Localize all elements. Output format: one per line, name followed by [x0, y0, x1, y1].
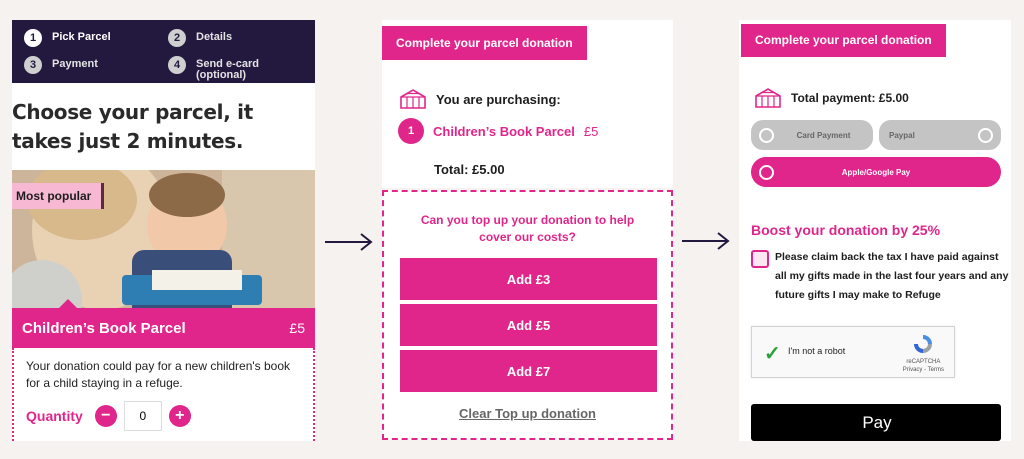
step-pick-parcel[interactable]: 1 Pick Parcel — [24, 29, 111, 47]
donation-summary-panel: Complete your parcel donation You are pu… — [382, 20, 673, 441]
panel-title: Complete your parcel donation — [382, 26, 587, 60]
option-label: Paypal — [889, 130, 915, 140]
radio-button[interactable] — [978, 127, 993, 143]
step-send-ecard[interactable]: 4 Send e-card (optional) — [168, 56, 259, 81]
paypal-option[interactable]: Paypal — [879, 120, 1001, 150]
line-number: 1 — [398, 118, 424, 144]
quantity-label: Quantity — [26, 408, 83, 424]
add-7-button[interactable]: Add £7 — [400, 350, 657, 392]
recaptcha-logo-icon — [914, 335, 933, 353]
step-number: 2 — [168, 29, 186, 47]
page-heading: Choose your parcel, it takes just 2 minu… — [12, 100, 253, 153]
step-number: 1 — [24, 29, 42, 47]
most-popular-badge: Most popular — [12, 183, 105, 209]
topup-question: Can you top up your donation to help cov… — [420, 213, 635, 244]
arrow-right-icon — [325, 233, 373, 251]
step-label: Payment — [52, 58, 98, 70]
parcel-box-icon — [755, 88, 781, 108]
radio-button[interactable] — [759, 127, 774, 143]
progress-steps: 1 Pick Parcel 2 Details 3 Payment 4 Send… — [12, 20, 315, 83]
topup-section: Can you top up your donation to help cov… — [382, 190, 673, 440]
total-payment-label: Total payment: £5.00 — [791, 91, 909, 105]
step-payment[interactable]: 3 Payment — [24, 56, 98, 74]
parcel-description: Your donation could pay for a new childr… — [26, 359, 291, 390]
apple-google-pay-option[interactable]: Apple/Google Pay — [751, 157, 1001, 187]
payment-panel: Complete your parcel donation Total paym… — [739, 20, 1011, 441]
purchasing-label: You are purchasing: — [436, 91, 561, 107]
order-line: 1 Children’s Book Parcel £5 — [398, 118, 598, 144]
step-label-sub: (optional) — [196, 69, 247, 81]
add-3-button[interactable]: Add £3 — [400, 258, 657, 300]
parcel-selection-panel: 1 Pick Parcel 2 Details 3 Payment 4 Send… — [12, 20, 315, 441]
option-label: Apple/Google Pay — [841, 167, 911, 177]
clear-topup-link[interactable]: Clear Top up donation — [384, 406, 671, 421]
quantity-input[interactable]: 0 — [123, 401, 162, 431]
step-label: Pick Parcel — [52, 31, 111, 43]
arrow-right-icon — [682, 232, 730, 250]
line-item-price: £5 — [583, 123, 599, 139]
recaptcha-widget[interactable]: ✓ I'm not a robot reCAPTCHA Privacy - Te… — [751, 326, 955, 378]
parcel-price: £5 — [289, 320, 305, 336]
panel-title: Complete your parcel donation — [741, 24, 946, 57]
add-5-button[interactable]: Add £5 — [400, 304, 657, 346]
parcel-details: Your donation could pay for a new childr… — [12, 348, 315, 441]
gift-aid-claim[interactable]: Please claim back the tax I have paid ag… — [751, 248, 1011, 305]
plus-icon[interactable]: + — [168, 405, 191, 427]
gift-aid-checkbox[interactable] — [751, 250, 769, 268]
gift-aid-text: Please claim back the tax I have paid ag… — [775, 251, 1009, 301]
step-details[interactable]: 2 Details — [168, 29, 232, 47]
summary-card: Complete your parcel donation You are pu… — [382, 20, 673, 188]
recaptcha-brand: reCAPTCHA Privacy - Terms — [903, 333, 944, 374]
quantity-stepper: Quantity − 0 + — [26, 401, 301, 431]
order-total: Total: £5.00 — [434, 162, 505, 177]
step-number: 3 — [24, 56, 42, 74]
apple-pay-button[interactable]: Pay — [751, 404, 1001, 441]
pointer-triangle — [58, 299, 78, 309]
parcel-box-icon — [400, 89, 426, 109]
parcel-name: Children’s Book Parcel — [22, 319, 186, 337]
checkmark-icon[interactable]: ✓ — [764, 341, 781, 366]
radio-button-selected[interactable] — [759, 164, 774, 180]
card-payment-option[interactable]: Card Payment — [751, 120, 873, 150]
payment-total-row: Total payment: £5.00 — [753, 86, 909, 110]
step-label: Send e-card (optional) — [196, 56, 259, 81]
boost-heading: Boost your donation by 25% — [751, 222, 941, 238]
recaptcha-links[interactable]: Privacy - Terms — [903, 367, 944, 373]
minus-icon[interactable]: − — [94, 405, 117, 427]
line-item-name: Children’s Book Parcel — [433, 123, 575, 139]
parcel-title-bar[interactable]: Children’s Book Parcel £5 — [12, 299, 315, 348]
option-label: Card Payment — [796, 130, 851, 140]
step-label: Details — [196, 31, 233, 43]
apple-pay-label: Pay — [862, 412, 892, 432]
recaptcha-label: I'm not a robot — [788, 346, 846, 356]
step-number: 4 — [168, 56, 186, 74]
purchasing-header: You are purchasing: — [398, 87, 561, 111]
recaptcha-brand-text: reCAPTCHA — [906, 359, 941, 365]
